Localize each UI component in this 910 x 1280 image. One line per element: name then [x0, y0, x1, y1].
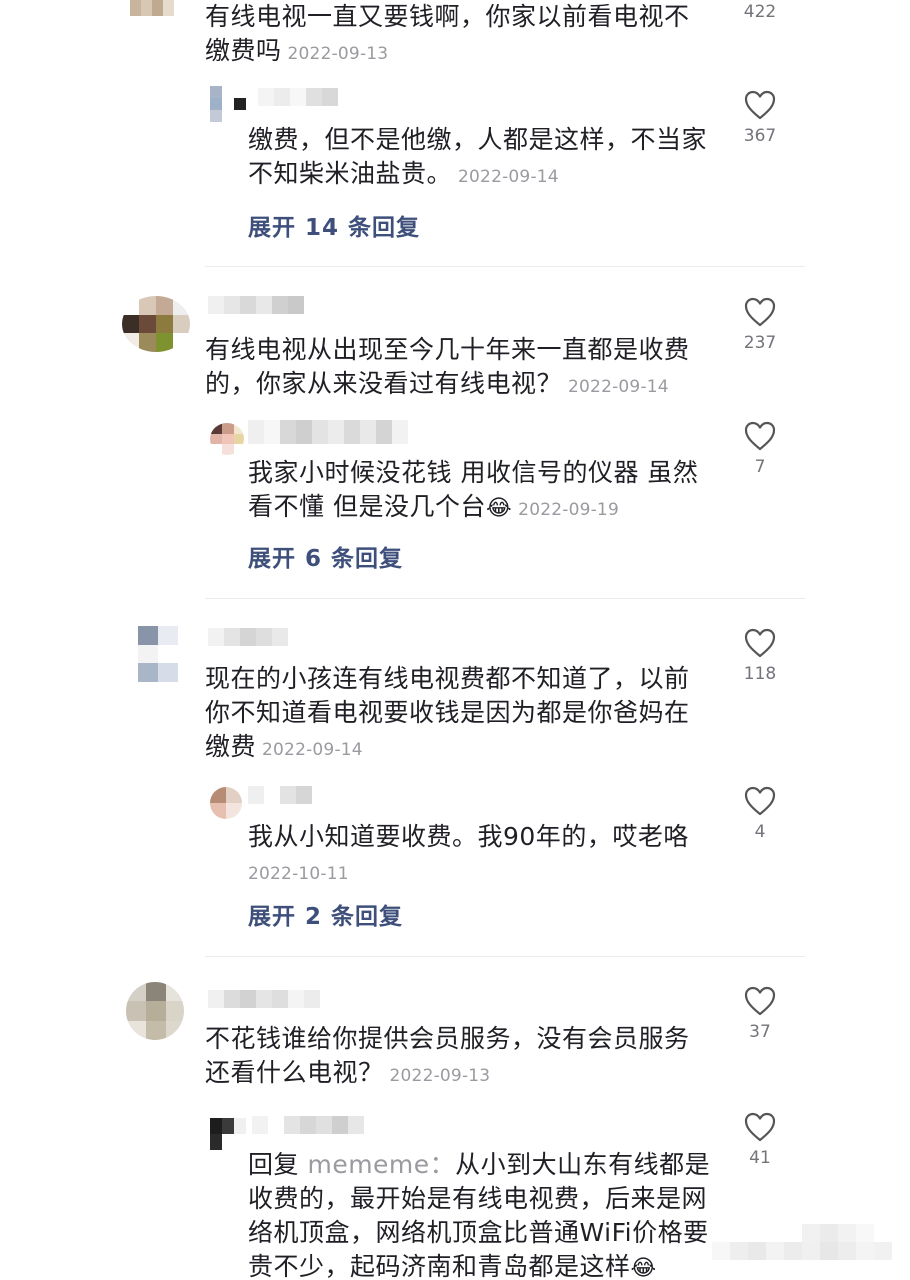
heart-outline-icon [744, 628, 776, 658]
heart-outline-icon [744, 986, 776, 1016]
reply-date: 2022-09-14 [458, 167, 559, 187]
username-mosaic[interactable] [248, 420, 408, 444]
like-button[interactable]: 422 [730, 0, 790, 22]
like-count: 237 [743, 333, 777, 353]
comment-text: 现在的小孩连有线电视费都不知道了，以前 你不知道看电视要收钱是因为都是你爸妈在 … [205, 664, 690, 761]
avatar[interactable] [126, 982, 184, 1040]
reply-to-username[interactable]: mememe： [307, 1150, 455, 1179]
reply-text: 回复 mememe：从小到大山东有线都是 收费的，最开始是有线电视费，后来是网 … [248, 1150, 711, 1280]
like-button[interactable]: 4 [730, 786, 790, 842]
comment-text: 不花钱谁给你提供会员服务，没有会员服务 还看什么电视？ 2022-09-13 [205, 1024, 690, 1087]
expand-replies-button[interactable]: 展开 2 条回复 [248, 897, 403, 931]
reply-date: 2022-09-19 [518, 500, 619, 520]
like-button[interactable]: 367 [730, 90, 790, 146]
username-mosaic[interactable] [208, 296, 304, 314]
like-button[interactable]: 237 [730, 297, 790, 353]
comment-date: 2022-09-13 [287, 44, 389, 64]
like-button[interactable]: 118 [730, 628, 790, 684]
heart-outline-icon [744, 786, 776, 816]
avatar[interactable] [122, 296, 190, 352]
comment-text: 有线电视一直又要钱啊，你家以前看电视不 缴费吗 2022-09-13 [205, 2, 690, 65]
comment-text: 有线电视从出现至今几十年来一直都是收费 的，你家从来没看过有线电视？ 2022-0… [205, 335, 690, 398]
crying-face-emoji-icon: 😂 [485, 496, 513, 521]
like-button[interactable]: 41 [730, 1112, 790, 1168]
username-mosaic[interactable] [258, 88, 338, 106]
like-count: 367 [743, 126, 777, 146]
heart-outline-icon [744, 1112, 776, 1142]
username-mosaic[interactable] [252, 1116, 364, 1134]
divider [205, 956, 805, 957]
reply-text: 缴费，但不是他缴，人都是这样，不当家 不知柴米油盐贵。 2022-09-14 [248, 125, 708, 188]
like-count: 118 [743, 664, 777, 684]
expand-replies-button[interactable]: 展开 6 条回复 [248, 539, 403, 573]
like-count: 41 [749, 1148, 771, 1168]
heart-outline-icon [744, 90, 776, 120]
reply-text: 我从小知道要收费。我90年的，哎老咯 2022-10-11 [248, 822, 689, 884]
reply-text: 我家小时候没花钱 用收信号的仪器 虽然 看不懂 但是没几个台😂 2022-09-1… [248, 458, 699, 521]
crying-face-emoji-icon: 😂 [630, 1256, 657, 1280]
avatar-partial[interactable] [130, 0, 174, 16]
reply-date: 2022-10-11 [248, 864, 349, 884]
comment-date: 2022-09-14 [568, 377, 669, 397]
username-mosaic[interactable] [208, 990, 320, 1008]
comment-date: 2022-09-14 [262, 740, 363, 760]
comment-date: 2022-09-13 [389, 1066, 491, 1086]
like-count: 4 [754, 822, 766, 842]
expand-replies-button[interactable]: 展开 14 条回复 [248, 208, 420, 242]
watermark-mosaic [712, 1224, 892, 1260]
like-button[interactable]: 7 [730, 421, 790, 477]
like-count: 7 [754, 457, 766, 477]
heart-outline-icon [744, 297, 776, 327]
avatar[interactable] [210, 1118, 246, 1150]
divider [205, 266, 805, 267]
heart-outline-icon [744, 421, 776, 451]
avatar[interactable] [138, 626, 178, 682]
avatar[interactable] [210, 86, 246, 122]
avatar[interactable] [210, 423, 244, 455]
like-button[interactable]: 37 [730, 986, 790, 1042]
like-count: 422 [743, 2, 777, 22]
like-count: 37 [749, 1022, 771, 1042]
avatar[interactable] [210, 787, 242, 819]
username-mosaic[interactable] [248, 786, 312, 804]
username-mosaic[interactable] [208, 628, 288, 646]
divider [205, 598, 805, 599]
